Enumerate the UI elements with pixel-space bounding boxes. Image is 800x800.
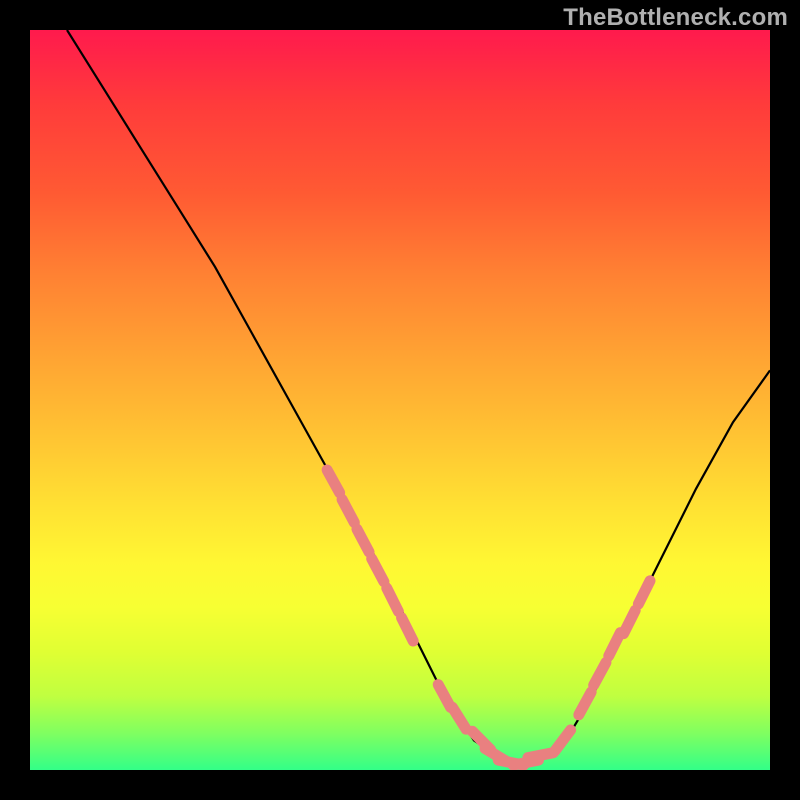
highlight-segment [342, 500, 354, 523]
highlight-segment [452, 707, 466, 729]
highlight-segment [387, 588, 399, 611]
plot-area [30, 30, 770, 770]
highlight-segment [528, 753, 553, 758]
highlight-segment [624, 610, 636, 633]
chart-frame: TheBottleneck.com [0, 0, 800, 800]
highlight-segment [609, 633, 621, 656]
highlight-segment [357, 529, 369, 552]
highlight-segment [327, 470, 340, 493]
highlight-segment [594, 662, 606, 685]
watermark-text: TheBottleneck.com [563, 4, 788, 32]
highlight-segment [579, 692, 591, 715]
curve-svg [30, 30, 770, 770]
bottleneck-curve-path [67, 30, 770, 763]
highlight-segment [555, 730, 571, 751]
highlight-segment [638, 581, 650, 604]
highlight-group [327, 470, 650, 765]
highlight-segment [402, 618, 414, 641]
highlight-segment [372, 559, 384, 582]
